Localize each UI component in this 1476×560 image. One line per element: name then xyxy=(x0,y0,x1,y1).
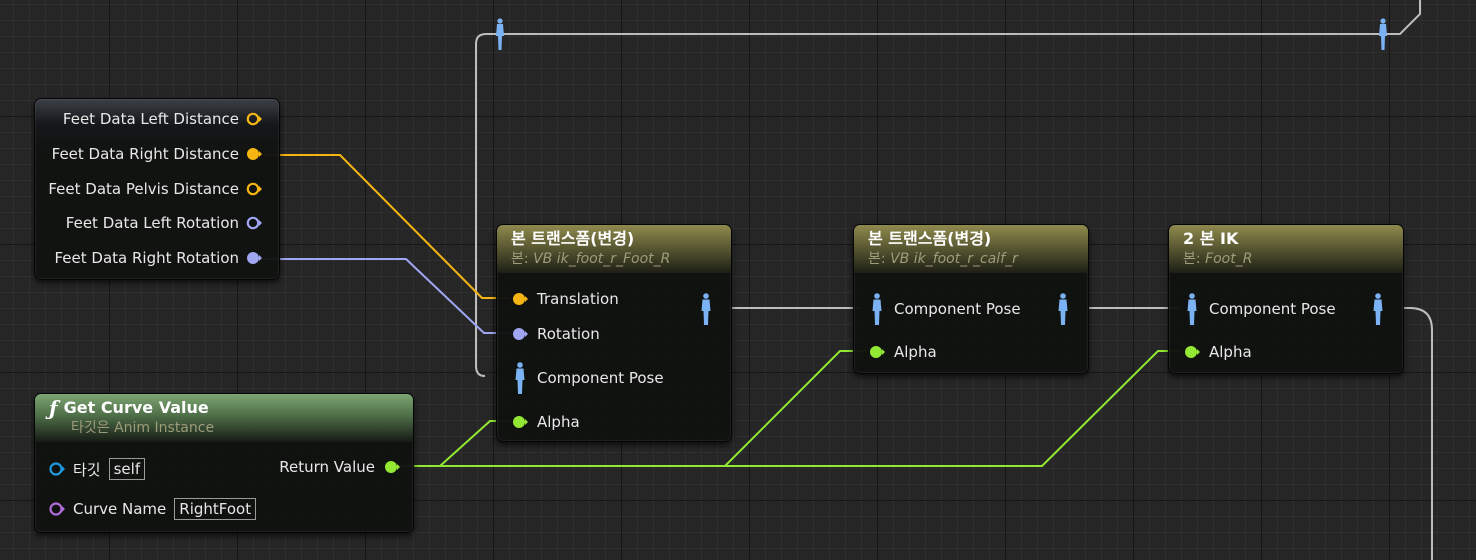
alpha-pin-row[interactable]: Alpha xyxy=(1183,343,1252,361)
node-subtitle-value: VB ik_foot_r_Foot_R xyxy=(533,251,671,267)
bone-transform-node-2[interactable]: 본 트랜스폼(변경) 본: VB ik_foot_r_calf_r Compon… xyxy=(853,224,1089,374)
float-pin-icon[interactable] xyxy=(1183,344,1201,360)
pose-output-pin-icon[interactable] xyxy=(1369,292,1387,326)
component-pose-in-row[interactable]: Component Pose xyxy=(511,361,664,395)
get-curve-value-node[interactable]: ƒ Get Curve Value 타깃은 Anim Instance 타깃 s… xyxy=(34,393,414,533)
float-pin-icon[interactable] xyxy=(245,181,263,197)
pin-label: Feet Data Left Distance xyxy=(62,110,239,128)
node-subtitle-value: Foot_R xyxy=(1205,251,1253,267)
rotator-pin-icon[interactable] xyxy=(511,326,529,342)
object-pin-icon[interactable] xyxy=(49,461,65,477)
two-bone-ik-node[interactable]: 2 본 IK 본: Foot_R Component Pose Alpha xyxy=(1168,224,1404,374)
node-header: ƒ Get Curve Value 타깃은 Anim Instance xyxy=(35,394,413,442)
target-label: 타깃 xyxy=(73,460,101,479)
node-title: Get Curve Value xyxy=(63,398,209,417)
pin-label: Translation xyxy=(537,290,619,308)
component-pose-in-row[interactable]: Component Pose xyxy=(868,292,1021,326)
node-subtitle: 타깃은 Anim Instance xyxy=(71,420,215,436)
break-output-pin-row[interactable]: Feet Data Right Rotation xyxy=(55,249,264,267)
pin-label: Feet Data Right Rotation xyxy=(54,249,240,268)
pose-wire-ik-out xyxy=(1402,307,1433,560)
rotation-pin-row[interactable]: Rotation xyxy=(511,325,600,343)
node-header: 본 트랜스폼(변경) 본: VB ik_foot_r_calf_r xyxy=(854,225,1088,273)
float-wire xyxy=(260,154,510,299)
rotator-wire xyxy=(262,258,510,334)
pin-label: Component Pose xyxy=(537,369,664,387)
translation-pin-row[interactable]: Translation xyxy=(511,290,619,308)
bone-transform-node-1[interactable]: 본 트랜스폼(변경) 본: VB ik_foot_r_Foot_R Transl… xyxy=(496,224,732,442)
node-subtitle-value: VB ik_foot_r_calf_r xyxy=(890,251,1018,267)
pose-output-pin-icon[interactable] xyxy=(697,292,715,326)
float-pin-icon[interactable] xyxy=(245,146,263,162)
break-output-pin-row[interactable]: Feet Data Right Distance xyxy=(52,145,263,163)
pin-label: Component Pose xyxy=(1209,300,1336,318)
name-pin-icon[interactable] xyxy=(49,501,65,517)
break-output-pin-row[interactable]: Feet Data Pelvis Distance xyxy=(48,180,263,198)
alpha-pin-row[interactable]: Alpha xyxy=(868,343,937,361)
pin-label: Rotation xyxy=(537,325,600,343)
pin-label: Feet Data Pelvis Distance xyxy=(48,179,239,198)
node-title: 본 트랜스폼(변경) xyxy=(868,229,992,248)
float-pin-icon[interactable] xyxy=(383,459,401,475)
pin-label: Alpha xyxy=(1209,343,1252,361)
node-subtitle-prefix: 본: xyxy=(868,251,886,267)
pin-label: Alpha xyxy=(894,343,937,361)
node-header: 2 본 IK 본: Foot_R xyxy=(1169,225,1403,273)
alpha-wire-bt1 xyxy=(398,420,510,467)
pose-icon xyxy=(496,18,504,50)
node-subtitle-prefix: 본: xyxy=(511,251,529,267)
pin-label: Feet Data Right Distance xyxy=(51,144,239,163)
break-feet-data-node[interactable]: Feet Data Left Distance Feet Data Right D… xyxy=(34,98,280,280)
float-pin-icon[interactable] xyxy=(511,414,529,430)
pose-icon xyxy=(1379,18,1387,50)
break-output-pin-row[interactable]: Feet Data Left Distance xyxy=(63,110,263,128)
target-pin-row[interactable]: 타깃 self xyxy=(49,458,146,480)
node-header: 본 트랜스폼(변경) 본: VB ik_foot_r_Foot_R xyxy=(497,225,731,273)
alpha-pin-row[interactable]: Alpha xyxy=(511,413,580,431)
node-title: 2 본 IK xyxy=(1183,229,1239,248)
float-pin-icon[interactable] xyxy=(511,291,529,307)
float-pin-icon[interactable] xyxy=(245,111,263,127)
pose-pin-icon[interactable] xyxy=(511,361,529,395)
curve-name-pin-row[interactable]: Curve Name RightFoot xyxy=(49,498,257,520)
pose-pin-icon[interactable] xyxy=(868,292,886,326)
node-title: 본 트랜스폼(변경) xyxy=(511,229,635,248)
function-icon: ƒ xyxy=(49,396,58,420)
pin-label: Component Pose xyxy=(894,300,1021,318)
pose-output-pin-icon[interactable] xyxy=(1054,292,1072,326)
rotator-pin-icon[interactable] xyxy=(245,250,263,266)
pose-pin-icon[interactable] xyxy=(1183,292,1201,326)
return-value-pin-row[interactable]: Return Value xyxy=(279,458,401,476)
curve-name-field[interactable]: RightFoot xyxy=(174,498,257,520)
target-value-field[interactable]: self xyxy=(108,458,146,480)
component-pose-in-row[interactable]: Component Pose xyxy=(1183,292,1336,326)
break-output-pin-row[interactable]: Feet Data Left Rotation xyxy=(66,214,263,232)
rotator-pin-icon[interactable] xyxy=(245,215,263,231)
return-value-label: Return Value xyxy=(279,458,375,476)
pin-label: Feet Data Left Rotation xyxy=(65,214,239,233)
curve-name-label: Curve Name xyxy=(73,500,167,518)
node-subtitle-prefix: 본: xyxy=(1183,251,1201,267)
float-pin-icon[interactable] xyxy=(868,344,886,360)
pin-label: Alpha xyxy=(537,413,580,431)
